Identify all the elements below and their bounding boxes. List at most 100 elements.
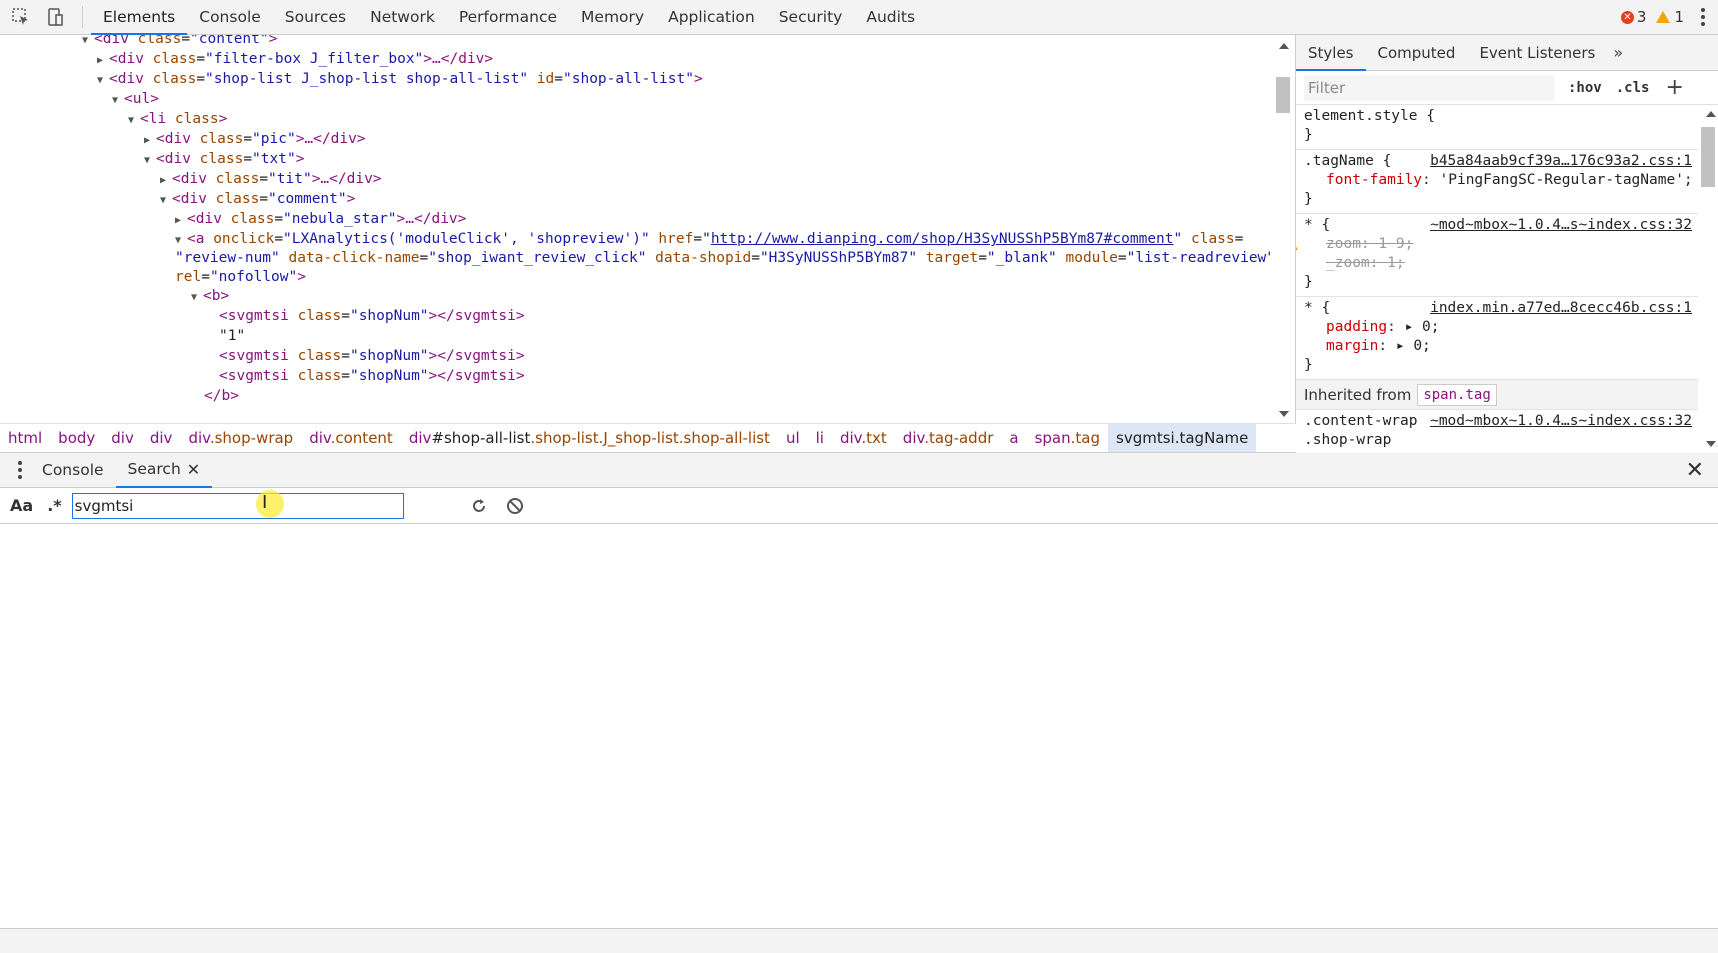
breadcrumb-item[interactable]: html: [0, 424, 50, 452]
stylesheet-link[interactable]: ~mod~mbox~1.0.4…s~index.css:32: [1430, 412, 1692, 431]
scroll-up-arrow-icon[interactable]: [1706, 111, 1716, 117]
style-property-overridden[interactable]: _zoom: 1;: [1304, 254, 1698, 273]
expand-shorthand-icon[interactable]: ▸: [1405, 319, 1414, 335]
error-counter[interactable]: ✕ 3: [1620, 8, 1646, 26]
tab-console[interactable]: Console: [187, 0, 273, 35]
new-style-rule-icon[interactable]: +: [1665, 75, 1683, 100]
style-property[interactable]: padding: ▸ 0;: [1304, 318, 1698, 337]
breadcrumb-item[interactable]: div.shop-wrap: [180, 424, 301, 452]
tab-sources[interactable]: Sources: [273, 0, 358, 35]
tab-computed[interactable]: Computed: [1366, 35, 1468, 71]
close-drawer-icon[interactable]: ✕: [1686, 458, 1704, 483]
expand-triangle-icon[interactable]: ▼: [112, 91, 124, 111]
dom-node[interactable]: ▶ <div class="tit">…</div>: [160, 169, 382, 189]
close-tab-icon[interactable]: ✕: [187, 452, 200, 487]
breadcrumb-item[interactable]: div.content: [301, 424, 401, 452]
dom-node[interactable]: ▼ <a onclick="LXAnalytics('moduleClick', …: [175, 229, 1243, 249]
stylesheet-link[interactable]: b45a84aab9cf39a…176c93a2.css:1: [1430, 152, 1692, 171]
class-toggle[interactable]: .cls: [1616, 80, 1650, 96]
stylesheet-link[interactable]: index.min.a77ed…8cecc46b.css:1: [1430, 299, 1692, 318]
dom-node[interactable]: ▶ <div class="nebula_star">…</div>: [175, 209, 466, 229]
dom-scrollbar[interactable]: [1271, 35, 1295, 423]
dom-text-node[interactable]: "1": [219, 326, 245, 346]
tab-memory[interactable]: Memory: [569, 0, 656, 35]
device-toolbar-icon[interactable]: [42, 4, 68, 30]
tab-audits[interactable]: Audits: [854, 0, 927, 35]
customize-menu-icon[interactable]: [1694, 4, 1712, 30]
breadcrumb-item[interactable]: div.txt: [832, 424, 895, 452]
expand-triangle-icon[interactable]: ▼: [82, 35, 94, 51]
collapse-triangle-icon[interactable]: ▶: [97, 51, 109, 71]
refresh-icon[interactable]: [468, 495, 490, 517]
tab-performance[interactable]: Performance: [447, 0, 569, 35]
scrollbar-thumb[interactable]: [1276, 77, 1290, 113]
style-rule[interactable]: * { index.min.a77ed…8cecc46b.css:1 paddi…: [1296, 297, 1698, 380]
hover-state-toggle[interactable]: :hov: [1568, 80, 1602, 96]
drawer-menu-icon[interactable]: [10, 453, 30, 488]
expand-triangle-icon[interactable]: ▼: [160, 191, 172, 211]
tab-styles[interactable]: Styles: [1296, 35, 1366, 71]
href-link[interactable]: http://www.dianping.com/shop/H3SyNUSShP5…: [711, 231, 1174, 247]
breadcrumb-item[interactable]: body: [50, 424, 103, 452]
tab-security[interactable]: Security: [767, 0, 855, 35]
breadcrumb-item[interactable]: li: [808, 424, 832, 452]
expand-triangle-icon[interactable]: ▼: [97, 71, 109, 91]
styles-scrollbar[interactable]: [1698, 105, 1718, 453]
breadcrumb-item[interactable]: div.tag-addr: [895, 424, 1002, 452]
inherited-element-link[interactable]: span.tag: [1417, 383, 1497, 406]
expand-triangle-icon[interactable]: ▼: [191, 288, 203, 308]
tab-network[interactable]: Network: [358, 0, 447, 35]
dom-node-close[interactable]: </b>: [204, 386, 239, 406]
collapse-triangle-icon[interactable]: ▶: [144, 131, 156, 151]
dom-node-svgmtsi[interactable]: <svgmtsi class="shopNum"></svgmtsi>: [219, 366, 525, 386]
dom-node[interactable]: ▼ <div class="content">: [82, 35, 277, 49]
dom-node[interactable]: ▼ <div class="comment">: [160, 189, 355, 209]
breadcrumb-item[interactable]: span.tag: [1027, 424, 1108, 452]
dom-node[interactable]: ▼ <div class="shop-list J_shop-list shop-…: [97, 69, 703, 89]
regex-toggle[interactable]: .*: [47, 496, 61, 515]
tab-event-listeners[interactable]: Event Listeners: [1467, 35, 1607, 71]
expand-shorthand-icon[interactable]: ▸: [1396, 338, 1405, 354]
breadcrumb-item[interactable]: a: [1001, 424, 1026, 452]
tab-elements[interactable]: Elements: [91, 0, 188, 35]
warning-counter[interactable]: 1: [1656, 8, 1684, 26]
style-property-overridden[interactable]: zoom: 1 9;: [1296, 235, 1698, 254]
dom-node[interactable]: ▼ <div class="txt">: [144, 149, 304, 169]
breadcrumb-item[interactable]: div: [103, 424, 142, 452]
dom-node[interactable]: ▼ <b>: [191, 286, 229, 306]
dom-tree[interactable]: ▼ <div class="content"> ▶ <div class="filt…: [0, 35, 1270, 423]
scrollbar-thumb[interactable]: [1701, 127, 1715, 187]
style-property[interactable]: margin: ▸ 0;: [1304, 337, 1698, 356]
tab-application[interactable]: Application: [656, 0, 767, 35]
breadcrumb-item[interactable]: ul: [778, 424, 808, 452]
drawer-tab-console[interactable]: Console: [30, 453, 116, 488]
expand-triangle-icon[interactable]: ▼: [128, 111, 140, 131]
match-case-toggle[interactable]: Aa: [10, 496, 33, 515]
dom-node[interactable]: ▼ <li class>: [128, 109, 227, 129]
styles-filter-input[interactable]: [1304, 74, 1554, 101]
expand-triangle-icon[interactable]: ▼: [144, 151, 156, 171]
dom-node[interactable]: ▶ <div class="pic">…</div>: [144, 129, 366, 149]
breadcrumb-item-selected[interactable]: svgmtsi.tagName: [1108, 424, 1257, 452]
scroll-down-arrow-icon[interactable]: [1279, 411, 1289, 417]
style-rule[interactable]: .content-wrap ~mod~mbox~1.0.4…s~index.cs…: [1296, 410, 1698, 453]
dom-node[interactable]: ▶ <div class="filter-box J_filter_box">…<…: [97, 49, 493, 69]
breadcrumb-item[interactable]: div: [142, 424, 181, 452]
style-rule[interactable]: element.style { }: [1296, 105, 1698, 150]
dom-node-svgmtsi[interactable]: <svgmtsi class="shopNum"></svgmtsi>: [219, 306, 525, 326]
dom-node[interactable]: ▼ <ul>: [112, 89, 159, 109]
drawer-tab-search[interactable]: Search ✕: [115, 452, 213, 488]
scroll-up-arrow-icon[interactable]: [1279, 43, 1289, 49]
style-property[interactable]: font-family: 'PingFangSC-Regular-tagName…: [1304, 171, 1698, 190]
search-input[interactable]: [71, 492, 404, 519]
breadcrumb-item[interactable]: div#shop-all-list.shop-list.J_shop-list.…: [401, 424, 778, 452]
scroll-down-arrow-icon[interactable]: [1706, 441, 1716, 447]
more-tabs-chevron-icon[interactable]: »: [1613, 43, 1623, 62]
clear-icon[interactable]: [504, 495, 526, 517]
collapse-triangle-icon[interactable]: ▶: [160, 171, 172, 191]
style-rule[interactable]: .tagName { b45a84aab9cf39a…176c93a2.css:…: [1296, 150, 1698, 214]
inspect-element-icon[interactable]: [8, 4, 34, 30]
dom-node-svgmtsi[interactable]: <svgmtsi class="shopNum"></svgmtsi>: [219, 346, 525, 366]
stylesheet-link[interactable]: ~mod~mbox~1.0.4…s~index.css:32: [1430, 216, 1692, 235]
style-rule[interactable]: * { ~mod~mbox~1.0.4…s~index.css:32 zoom:…: [1296, 214, 1698, 297]
